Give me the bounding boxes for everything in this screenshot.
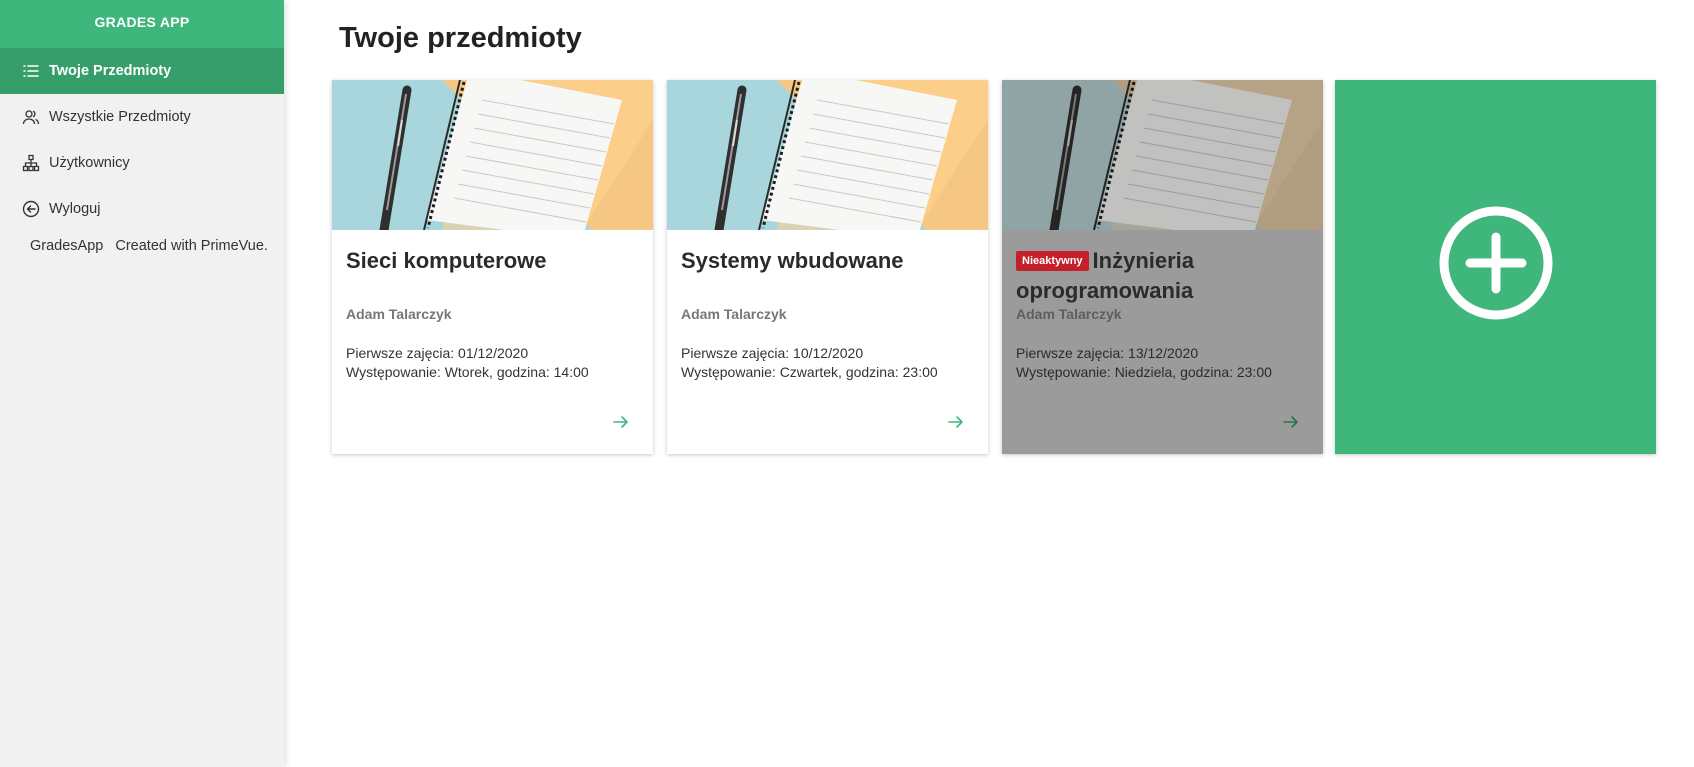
- course-occurrence: Występowanie: Niedziela, godzina: 23:00: [1016, 364, 1272, 380]
- footer-credit: Created with PrimeVue.: [115, 238, 268, 254]
- course-image: [332, 80, 653, 230]
- arrow-circle-left-icon: [22, 200, 40, 218]
- plus-circle-icon: [1439, 206, 1553, 320]
- course-title: Sieci komputerowe: [346, 246, 639, 306]
- sidebar-item-label: Wyloguj: [49, 201, 101, 217]
- course-image: [1002, 80, 1323, 230]
- sitemap-icon: [22, 154, 40, 172]
- course-first-class: Pierwsze zajęcia: 01/12/2020: [346, 345, 529, 361]
- course-teacher: Adam Talarczyk: [681, 306, 787, 322]
- card-body: Sieci komputerowe Adam Talarczyk Pierwsz…: [332, 230, 653, 382]
- sidebar: GRADES APP Twoje Przedmioty Wszystkie Pr…: [0, 0, 284, 767]
- sidebar-item-wszystkie-przedmioty[interactable]: Wszystkie Przedmioty: [0, 94, 284, 140]
- page-title: Twoje przedmioty: [339, 22, 582, 54]
- course-first-class: Pierwsze zajęcia: 10/12/2020: [681, 345, 864, 361]
- card-body: Nieaktywny Inżynieria oprogramowania Adam…: [1002, 230, 1323, 382]
- footer-app-name: GradesApp: [30, 238, 104, 254]
- card-body: Systemy wbudowane Adam Talarczyk Pierwsz…: [667, 230, 988, 382]
- open-course-button[interactable]: [1277, 408, 1305, 436]
- course-card[interactable]: Sieci komputerowe Adam Talarczyk Pierwsz…: [332, 80, 653, 454]
- course-occurrence: Występowanie: Wtorek, godzina: 14:00: [346, 364, 589, 380]
- course-first-class: Pierwsze zajęcia: 13/12/2020: [1016, 345, 1199, 361]
- course-card[interactable]: Systemy wbudowane Adam Talarczyk Pierwsz…: [667, 80, 988, 454]
- sidebar-menu: Twoje Przedmioty Wszystkie Przedmioty Uż…: [0, 48, 284, 232]
- course-meta: Pierwsze zajęcia: 10/12/2020 Występowani…: [681, 344, 974, 382]
- course-title-text: Sieci komputerowe: [346, 248, 547, 273]
- sidebar-item-wyloguj[interactable]: Wyloguj: [0, 186, 284, 232]
- arrow-right-icon: [613, 416, 628, 428]
- course-title-text: Systemy wbudowane: [681, 248, 904, 273]
- add-course-button[interactable]: [1335, 80, 1656, 454]
- users-icon: [22, 108, 40, 126]
- sidebar-item-label: Użytkownicy: [49, 155, 130, 171]
- sidebar-item-label: Twoje Przedmioty: [49, 63, 172, 79]
- course-title: Systemy wbudowane: [681, 246, 974, 306]
- sidebar-footer: GradesApp Created with PrimeVue.: [0, 238, 284, 254]
- arrow-right-icon: [948, 416, 963, 428]
- course-image: [667, 80, 988, 230]
- inactive-badge: Nieaktywny: [1016, 251, 1089, 271]
- course-meta: Pierwsze zajęcia: 01/12/2020 Występowani…: [346, 344, 639, 382]
- course-teacher: Adam Talarczyk: [346, 306, 452, 322]
- course-title: Nieaktywny Inżynieria oprogramowania: [1016, 246, 1309, 306]
- course-teacher: Adam Talarczyk: [1016, 306, 1122, 322]
- open-course-button[interactable]: [607, 408, 635, 436]
- arrow-right-icon: [1283, 416, 1298, 428]
- course-occurrence: Występowanie: Czwartek, godzina: 23:00: [681, 364, 938, 380]
- main-content: Twoje przedmioty Sieci komputerowe Adam …: [284, 0, 1694, 767]
- course-card-inactive[interactable]: Nieaktywny Inżynieria oprogramowania Adam…: [1002, 80, 1323, 454]
- course-meta: Pierwsze zajęcia: 13/12/2020 Występowani…: [1016, 344, 1309, 382]
- list-icon: [22, 62, 40, 80]
- sidebar-item-label: Wszystkie Przedmioty: [49, 109, 191, 125]
- app-brand: GRADES APP: [0, 0, 284, 48]
- sidebar-item-uzytkownicy[interactable]: Użytkownicy: [0, 140, 284, 186]
- open-course-button[interactable]: [942, 408, 970, 436]
- sidebar-item-twoje-przedmioty[interactable]: Twoje Przedmioty: [0, 48, 284, 94]
